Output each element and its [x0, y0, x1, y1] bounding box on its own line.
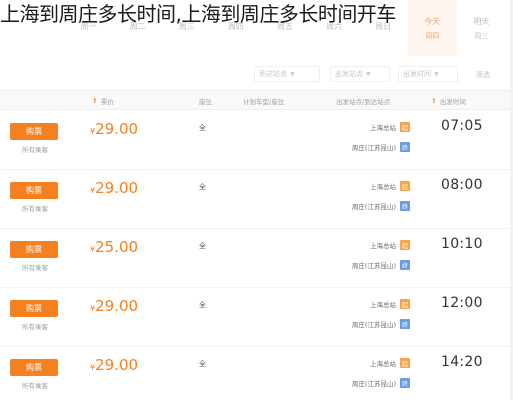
passenger-policy: 所有乘客 [22, 146, 48, 154]
departure-station: 上海总站起 [340, 299, 410, 309]
start-badge: 起 [400, 240, 410, 250]
chevron-down-icon: ▼ [366, 70, 371, 78]
end-badge: 终 [400, 201, 410, 211]
arrival-station-name: 周庄(江苏昆山) [351, 144, 396, 152]
departure-station-name: 上海总站 [370, 183, 396, 191]
start-badge: 起 [400, 358, 410, 368]
departure-station-name: 上海总站 [370, 301, 396, 309]
arrival-station-name: 周庄(江苏昆山) [351, 203, 396, 211]
price: ¥25.00 [90, 238, 138, 256]
end-badge: 终 [400, 319, 410, 329]
depart-station-filter[interactable]: 出发站点 ▼ [330, 66, 390, 82]
departure-station-name: 上海总站 [370, 242, 396, 250]
departure-time: 12:00 [441, 295, 483, 311]
buy-ticket-button[interactable]: 购票 [10, 123, 58, 140]
departure-station-name: 上海总站 [370, 360, 396, 368]
table-row: 购票所有乘客 ¥29.00 全 上海总站起周庄(江苏昆山) 终 12:00 [0, 288, 513, 347]
arrival-station-name: 周庄(江苏昆山) [351, 380, 396, 388]
sort-arrow-icon: ⬆ [431, 97, 437, 105]
price: ¥29.00 [90, 297, 138, 315]
buy-ticket-button[interactable]: 购票 [10, 300, 58, 317]
arrival-station: 周庄(江苏昆山) 终 [340, 319, 410, 329]
date-tab-sub: 周三 [474, 31, 489, 40]
seat-status: 全 [199, 124, 206, 132]
arrival-station: 周庄(江苏昆山) 终 [340, 378, 410, 388]
seat-status: 全 [199, 360, 206, 368]
arrival-station: 周庄(江苏昆山) 终 [340, 142, 410, 152]
price-header[interactable]: ⬆ 票价 [92, 96, 114, 106]
start-badge: 起 [400, 181, 410, 191]
passenger-policy: 所有乘客 [22, 323, 48, 331]
table-row: 购票所有乘客 ¥25.00 全 上海总站起周庄(江苏昆山) 终 10:10 [0, 229, 513, 288]
departure-station: 上海总站起 [340, 122, 410, 132]
filter-label: 筛选 [476, 71, 490, 79]
departure-time: 14:20 [441, 354, 483, 370]
sort-arrow-icon: ⬆ [92, 97, 98, 105]
price: ¥29.00 [90, 356, 138, 374]
start-badge: 起 [400, 299, 410, 309]
table-row: 购票所有乘客 ¥29.00 全 上海总站起周庄(江苏昆山) 终 14:20 [0, 347, 513, 400]
passenger-policy: 所有乘客 [22, 382, 48, 390]
depart-time-filter[interactable]: 出发时间 ▼ [398, 66, 458, 82]
end-badge: 终 [400, 260, 410, 270]
filter-row: 筛选 出发时间 ▼ 出发站点 ▼ 到达站点 ▼ [0, 62, 513, 86]
departure-time: 07:05 [441, 118, 483, 134]
price-value: 25.00 [95, 238, 139, 256]
arrive-station-filter-label: 到达站点 [259, 70, 287, 78]
price-value: 29.00 [95, 297, 139, 315]
depart-station-filter-label: 出发站点 [335, 70, 363, 78]
seat-header: 座位 [199, 98, 212, 106]
end-badge: 终 [400, 378, 410, 388]
bus-type-header: 计划车型/座位 [243, 98, 285, 106]
passenger-policy: 所有乘客 [22, 264, 48, 272]
price-value: 29.00 [95, 356, 139, 374]
price: ¥29.00 [90, 179, 138, 197]
price-value: 29.00 [95, 120, 139, 138]
departure-station: 上海总站起 [340, 358, 410, 368]
buy-ticket-button[interactable]: 购票 [10, 359, 58, 376]
end-badge: 终 [400, 142, 410, 152]
table-row: 购票所有乘客 ¥29.00 全 上海总站起周庄(江苏昆山) 终 08:00 [0, 170, 513, 229]
stations-header: 出发站点/到达站点 [336, 98, 391, 106]
chevron-down-icon: ▼ [434, 70, 439, 78]
chevron-down-icon: ▼ [290, 70, 295, 78]
start-badge: 起 [400, 122, 410, 132]
price-value: 29.00 [95, 179, 139, 197]
arrive-station-filter[interactable]: 到达站点 ▼ [254, 66, 320, 82]
departure-time: 10:10 [441, 236, 483, 252]
arrival-station: 周庄(江苏昆山) 终 [340, 260, 410, 270]
price: ¥29.00 [90, 120, 138, 138]
departure-station: 上海总站起 [340, 240, 410, 250]
arrival-station-name: 周庄(江苏昆山) [351, 321, 396, 329]
passenger-policy: 所有乘客 [22, 205, 48, 213]
page-title: 上海到周庄多长时间,上海到周庄多长时间开车 [0, 2, 396, 26]
seat-status: 全 [199, 301, 206, 309]
departure-station: 上海总站起 [340, 181, 410, 191]
buy-ticket-button[interactable]: 购票 [10, 241, 58, 258]
seat-status: 全 [199, 183, 206, 191]
table-header: ⬆ 票价 座位 计划车型/座位 出发站点/到达站点 ⬆ 出发时间 [0, 90, 513, 110]
arrival-station-name: 周庄(江苏昆山) [351, 262, 396, 270]
table-row: 购票所有乘客 ¥29.00 全 上海总站起周庄(江苏昆山) 终 07:05 [0, 111, 513, 170]
date-tab-sub: 周四 [425, 31, 440, 40]
page: 上海到周庄多长时间,上海到周庄多长时间开车 周一 周二 周三 周四 周五 周六 周日 今天 周四… [0, 0, 513, 400]
buy-ticket-button[interactable]: 购票 [10, 182, 58, 199]
seat-status: 全 [199, 242, 206, 250]
time-header[interactable]: ⬆ 出发时间 [431, 96, 466, 106]
arrival-station: 周庄(江苏昆山) 终 [340, 201, 410, 211]
departure-station-name: 上海总站 [370, 124, 396, 132]
depart-time-filter-label: 出发时间 [403, 70, 431, 78]
departure-time: 08:00 [441, 177, 483, 193]
